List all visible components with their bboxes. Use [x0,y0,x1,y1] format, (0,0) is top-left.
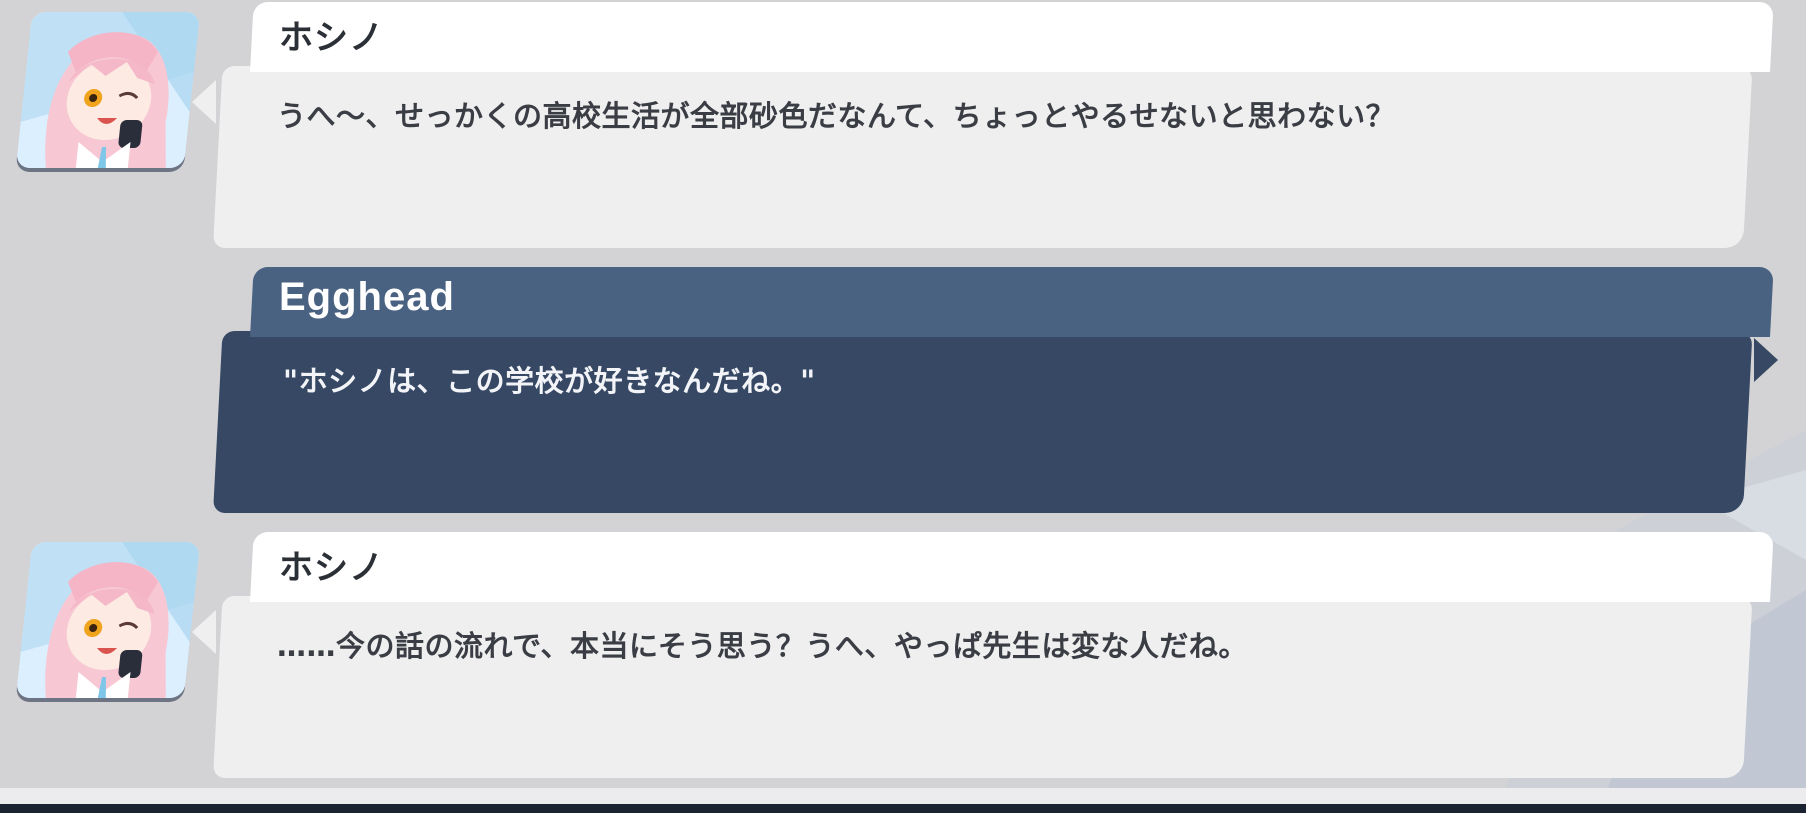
speaker-header-1 [250,2,1774,72]
speaker-name: Egghead [279,275,455,319]
speech-tail [1754,338,1778,382]
hoshino-portrait-icon [15,542,201,698]
bottom-bar [0,804,1806,813]
dialogue-text: うへ～、せっかくの高校生活が全部砂色だなんて、ちょっとやるせないと思わない？ [277,99,1396,133]
dialogue-text: ……今の話の流れで、本当にそう思う？うへ、やっぱ先生は変な人だね。 [277,629,1248,663]
chat-log-panel: ホシノ うへ～、せっかくの高校生活が全部砂色だなんて、ちょっとやるせないと思わな… [0,0,1806,813]
avatar-image [15,542,201,698]
speech-tail [192,610,216,654]
speaker-name: ホシノ [279,18,384,58]
speech-tail [192,80,216,124]
speaker-header-2 [250,267,1774,337]
hoshino-portrait-icon [15,12,201,168]
dialogue-text: "ホシノは、この学校が好きなんだね。" [283,364,816,398]
avatar-image [15,12,201,168]
speaker-header-3 [250,532,1774,602]
speaker-name: ホシノ [279,548,384,588]
